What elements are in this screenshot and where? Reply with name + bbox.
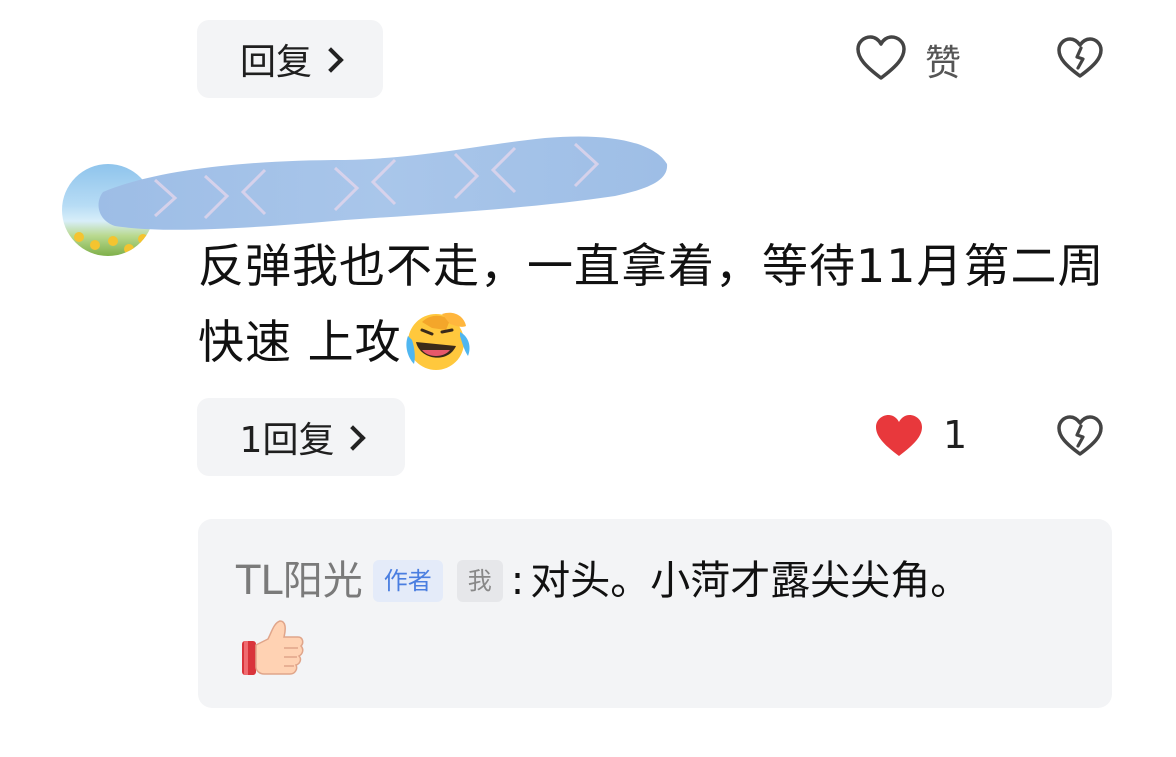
reply-username[interactable]: TL阳光 xyxy=(236,553,363,609)
heart-outline-icon[interactable] xyxy=(855,34,907,82)
heart-filled-icon[interactable] xyxy=(873,412,925,460)
like-count: 1 xyxy=(943,413,968,457)
broken-heart-icon[interactable] xyxy=(1056,36,1104,80)
thumbs-up-emoji xyxy=(242,620,304,675)
reply-button-label: 回复 xyxy=(239,42,312,83)
reply-text: 对头。小菏才露尖尖角。 xyxy=(530,558,971,604)
nested-reply-line: TL阳光 作者 我 : 对头。小菏才露尖尖角。 xyxy=(236,553,970,609)
me-badge: 我 xyxy=(456,560,503,602)
rolling-laughing-emoji xyxy=(406,312,470,370)
like-label[interactable]: 赞 xyxy=(925,34,961,86)
nested-reply[interactable]: TL阳光 作者 我 : 对头。小菏才露尖尖角。 xyxy=(198,519,1112,708)
reply-count-label: 1回复 xyxy=(239,420,335,461)
reply-count-button[interactable]: 1回复 xyxy=(197,398,405,476)
reply-colon: : xyxy=(510,558,525,604)
chevron-right-icon xyxy=(340,425,367,451)
comment-thread: 回复 赞 反弹我也不走，一直拿着，等待11月第二周快速 上攻 1回复 1 TL阳… xyxy=(0,0,1176,757)
redacted-username xyxy=(98,136,668,230)
reply-button[interactable]: 回复 xyxy=(197,20,383,98)
comment-text: 反弹我也不走，一直拿着，等待11月第二周快速 上攻 xyxy=(198,239,1105,369)
author-badge: 作者 xyxy=(372,560,443,602)
comment-body: 反弹我也不走，一直拿着，等待11月第二周快速 上攻 xyxy=(198,228,1128,380)
chevron-right-icon xyxy=(318,47,344,73)
broken-heart-icon[interactable] xyxy=(1056,414,1104,458)
